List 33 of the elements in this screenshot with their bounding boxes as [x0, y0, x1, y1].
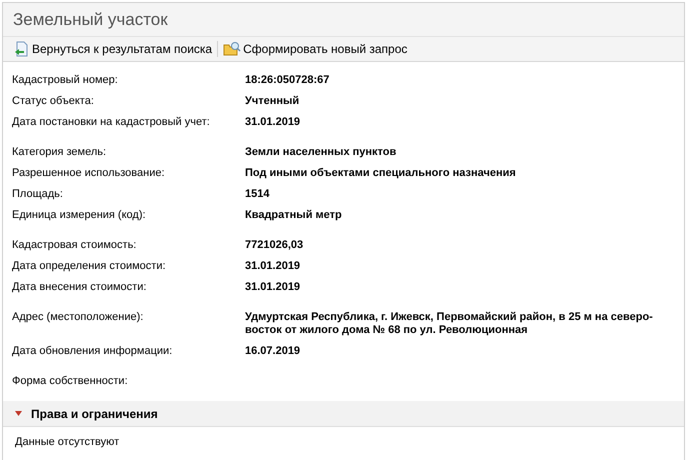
field-value: Удмуртская Республика, г. Ижевск, Первомайский район, в 25 м на северо-восток от жилого дома № 68 по ул. Революционная: [245, 311, 654, 337]
back-button[interactable]: Вернуться к результатам поиска: [11, 41, 216, 57]
field-value: 16.07.2019: [245, 345, 302, 358]
field-value: 1514: [245, 188, 270, 201]
field-label: Статус объекта:: [12, 95, 95, 108]
window-title: Земельный участок: [13, 10, 168, 30]
field-value: 31.01.2019: [245, 281, 302, 294]
field-value: 31.01.2019: [245, 116, 302, 129]
field-label: Дата определения стоимости:: [12, 260, 167, 273]
field-value: Учтенный: [245, 95, 300, 108]
field-label: Разрешенное использование:: [12, 167, 166, 180]
field-label: Дата постановки на кадастровый учет:: [12, 116, 211, 129]
field-label: Категория земель:: [12, 146, 108, 159]
field-value: 31.01.2019: [245, 260, 302, 273]
field-label: Дата внесения стоимости:: [12, 281, 148, 294]
field-label: Площадь:: [12, 188, 64, 201]
field-label: Кадастровая стоимость:: [12, 239, 138, 252]
section-title: Права и ограничения: [31, 406, 158, 420]
field-label: Кадастровый номер:: [12, 74, 119, 87]
document-arrow-icon: [14, 41, 30, 57]
field-value: 18:26:050728:67: [245, 74, 330, 87]
folder-magnifier-icon: [223, 41, 242, 57]
field-value: Под иными объектами специального назначения: [245, 167, 517, 180]
new-request-button[interactable]: Сформировать новый запрос: [220, 41, 410, 57]
empty-message: Данные отсутствуют: [15, 436, 120, 448]
field-label: Адрес (местоположение):: [12, 311, 144, 325]
triangle-icon[interactable]: [15, 411, 22, 416]
field-value: Земли населенных пунктов: [245, 146, 398, 159]
field-label: Форма собственности:: [12, 375, 129, 388]
field-value: Квадратный метр: [245, 209, 343, 222]
field-value: 7721026,03: [245, 239, 304, 252]
field-label: Дата обновления информации:: [12, 345, 174, 358]
field-label: Единица измерения (код):: [12, 209, 147, 222]
